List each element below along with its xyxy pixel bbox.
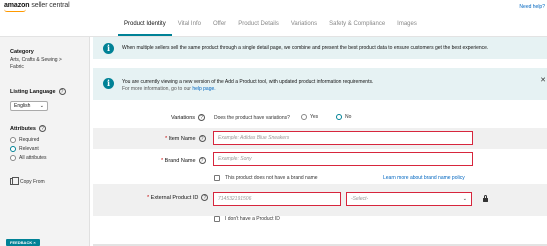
external-product-id-input[interactable]: 714532191506 (213, 192, 341, 206)
attributes-heading: Attributes? (10, 125, 46, 132)
variations-no-option[interactable]: No (336, 114, 351, 120)
category-path[interactable]: Arts, Crafts & Sewing > (10, 57, 62, 64)
radio-button[interactable] (301, 114, 307, 120)
item-name-label: * Item Name? (165, 135, 206, 142)
question-circle-icon[interactable]: ? (198, 157, 206, 164)
help-page-link[interactable]: help page. (192, 86, 215, 92)
variations-label: Variations? (171, 114, 206, 121)
tab-safety-compliance[interactable]: Safety & Compliance (323, 14, 391, 36)
variations-row: Variations? Does the product have variat… (93, 112, 547, 124)
copy-from-button[interactable]: Copy From (10, 177, 45, 185)
brand-name-label: * Brand Name? (161, 157, 206, 164)
tab-product-details[interactable]: Product Details (232, 14, 285, 36)
tab-variations[interactable]: Variations (285, 14, 323, 36)
item-name-row: * Item Name? Example: Adidas Blue Sneake… (93, 128, 547, 149)
amazon-seller-central-logo[interactable]: amazon seller central (4, 2, 70, 12)
listing-language-select[interactable]: English ⌄ (10, 101, 48, 111)
no-product-id-checkbox[interactable] (214, 216, 220, 222)
no-brand-label: This product does not have a brand name (225, 175, 318, 181)
tab-bar: Product Identity Vital Info Offer Produc… (118, 14, 423, 36)
info-icon: i (103, 43, 114, 54)
question-circle-icon[interactable]: ? (201, 194, 209, 201)
brand-policy-link[interactable]: Learn more about brand name policy (383, 175, 465, 181)
external-product-id-row: * External Product ID? 714532191506 -Sel… (93, 184, 547, 216)
variations-question: Does the product have variations? (214, 115, 290, 121)
radio-button[interactable] (10, 137, 16, 143)
chevron-down-icon: ⌄ (462, 196, 467, 202)
new-tool-info-banner: i You are currently viewing a new versio… (93, 68, 547, 100)
no-product-id-row: I don't have a Product ID (93, 216, 547, 228)
radio-button-selected[interactable] (10, 146, 16, 152)
no-product-id-label: I don't have a Product ID (225, 216, 280, 222)
banner-sub-message: For more information, go to our help pag… (122, 86, 216, 92)
multi-seller-info-banner: i When multiple sellers sell the same pr… (93, 37, 547, 59)
question-circle-icon[interactable]: ? (38, 125, 46, 132)
category-heading: Category (10, 49, 34, 55)
no-brand-checkbox[interactable] (214, 175, 220, 181)
chevron-down-icon: ⌄ (39, 103, 44, 109)
tab-images[interactable]: Images (391, 14, 423, 36)
copy-icon (10, 177, 19, 185)
question-circle-icon[interactable]: ? (198, 135, 206, 142)
question-circle-icon[interactable]: ? (58, 88, 66, 95)
product-identity-form: Variations? Does the product have variat… (93, 100, 547, 246)
lock-icon (483, 195, 488, 202)
listing-language-heading: Listing Language? (10, 88, 66, 95)
info-icon: i (103, 78, 114, 89)
banner-message: When multiple sellers sell the same prod… (122, 45, 489, 51)
amazon-smile-mark (4, 9, 26, 12)
banner-message: You are currently viewing a new version … (122, 79, 374, 85)
close-icon[interactable]: ✕ (540, 76, 546, 84)
radio-button-selected[interactable] (336, 114, 342, 120)
brand-name-input[interactable]: Example: Sony (213, 152, 473, 166)
question-circle-icon[interactable]: ? (198, 114, 206, 121)
need-help-link[interactable]: Need help? (519, 4, 545, 10)
sidebar: Category Arts, Crafts & Sewing > Fabric … (0, 37, 90, 246)
variations-yes-option[interactable]: Yes (301, 114, 318, 120)
category-leaf: Fabric (10, 64, 24, 70)
external-product-id-label: * External Product ID? (147, 194, 209, 201)
attributes-required-option[interactable]: Required (10, 137, 39, 143)
product-id-type-select[interactable]: -Select- ⌄ (346, 192, 472, 206)
item-name-input[interactable]: Example: Adidas Blue Sneakers (213, 131, 473, 145)
tab-offer[interactable]: Offer (207, 14, 232, 36)
attributes-relevant-option[interactable]: Relevant (10, 146, 39, 152)
radio-button[interactable] (10, 155, 16, 161)
feedback-button[interactable]: FEEDBACK × (6, 239, 40, 246)
tab-vital-info[interactable]: Vital Info (172, 14, 207, 36)
tab-product-identity[interactable]: Product Identity (118, 14, 172, 36)
top-bar: amazon seller central Need help? (0, 0, 547, 12)
attributes-all-option[interactable]: All attributes (10, 155, 47, 161)
